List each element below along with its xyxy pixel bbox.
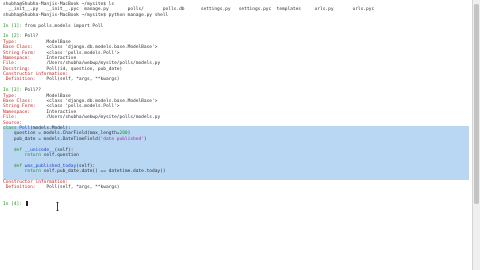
- input-cursor[interactable]: [25, 201, 29, 207]
- terminal-text: In [4]:: [3, 202, 25, 208]
- terminal-text: ModelBase: [46, 93, 71, 99]
- terminal-text: from polls.models import Poll: [24, 23, 104, 29]
- terminal-text: shubha@Shubha-Manjis-MacBook ~/mysite$ p…: [3, 12, 169, 18]
- terminal-text: Type:: [3, 39, 47, 45]
- terminal-text: ): [127, 131, 131, 137]
- terminal-text: Source:: [3, 120, 22, 126]
- terminal-text: String Form:: [3, 50, 47, 56]
- terminal-text: def: [3, 147, 25, 153]
- terminal-text: 200: [119, 131, 128, 137]
- terminal-text: was_published_today: [24, 163, 77, 169]
- terminal-text: Poll?: [24, 34, 39, 40]
- terminal-text: self.question: [43, 152, 79, 158]
- terminal-text: return: [3, 169, 44, 175]
- terminal-text: /Users/shubha/webwp/mysite/polls/models.…: [46, 115, 161, 121]
- terminal-text: <class 'polls.models.Poll'>: [46, 104, 120, 110]
- terminal-text: Poll??: [24, 88, 41, 94]
- terminal-text: self.pub_date.date() == datetime.date.to…: [43, 169, 166, 175]
- terminal-text: pub_date = models.DateTimeField(: [3, 136, 101, 142]
- terminal-text: /Users/shubha/webwp/mysite/polls/models.…: [46, 61, 161, 67]
- terminal-text: In [1]:: [3, 23, 25, 29]
- terminal-text: In [2]:: [3, 34, 25, 40]
- terminal-line: In [4]:: [3, 201, 469, 208]
- terminal-text: return: [3, 152, 44, 158]
- terminal-text: Docstring:: [3, 66, 47, 72]
- terminal-text: (self):: [54, 147, 74, 153]
- terminal-text: Definition:: [3, 77, 47, 83]
- terminal-text: File:: [3, 61, 47, 67]
- terminal-text: question = models.CharField(max_length=: [3, 131, 120, 137]
- terminal-output: shubha@Shubha-Manjis-MacBook ~/mysite$ l…: [3, 2, 469, 207]
- terminal-text: __init__.py __init__.pyc manage.py polls…: [3, 7, 375, 13]
- text-cursor-icon: [56, 202, 59, 211]
- terminal-text: ): [143, 136, 147, 142]
- terminal-text: 'date published': [100, 136, 144, 142]
- terminal-text: String Form:: [3, 104, 47, 110]
- terminal-text: def: [3, 163, 25, 169]
- terminal-text: Poll(id, question, pub_date): [46, 66, 123, 72]
- terminal-text: Type:: [3, 93, 47, 99]
- terminal-window[interactable]: shubha@Shubha-Manjis-MacBook ~/mysite$ l…: [0, 0, 472, 270]
- terminal-text: <class 'polls.models.Poll'>: [46, 50, 120, 56]
- terminal-text: (self):: [76, 163, 96, 169]
- terminal-text: ModelBase: [46, 39, 71, 45]
- terminal-text: In [3]:: [3, 88, 25, 94]
- terminal-text: File:: [3, 115, 47, 121]
- terminal-text: <class 'django.db.models.base.ModelBase'…: [46, 45, 158, 51]
- terminal-text: Definition:: [3, 185, 47, 191]
- terminal-text: Base Class:: [3, 45, 47, 51]
- scrollbar-thumb[interactable]: [474, 4, 479, 204]
- terminal-text: __unicode__: [24, 147, 55, 153]
- vertical-scrollbar[interactable]: [472, 0, 480, 270]
- terminal-text: Poll(self, *args, **kwargs): [46, 185, 120, 191]
- terminal-text: Poll(self, *args, **kwargs): [46, 77, 120, 83]
